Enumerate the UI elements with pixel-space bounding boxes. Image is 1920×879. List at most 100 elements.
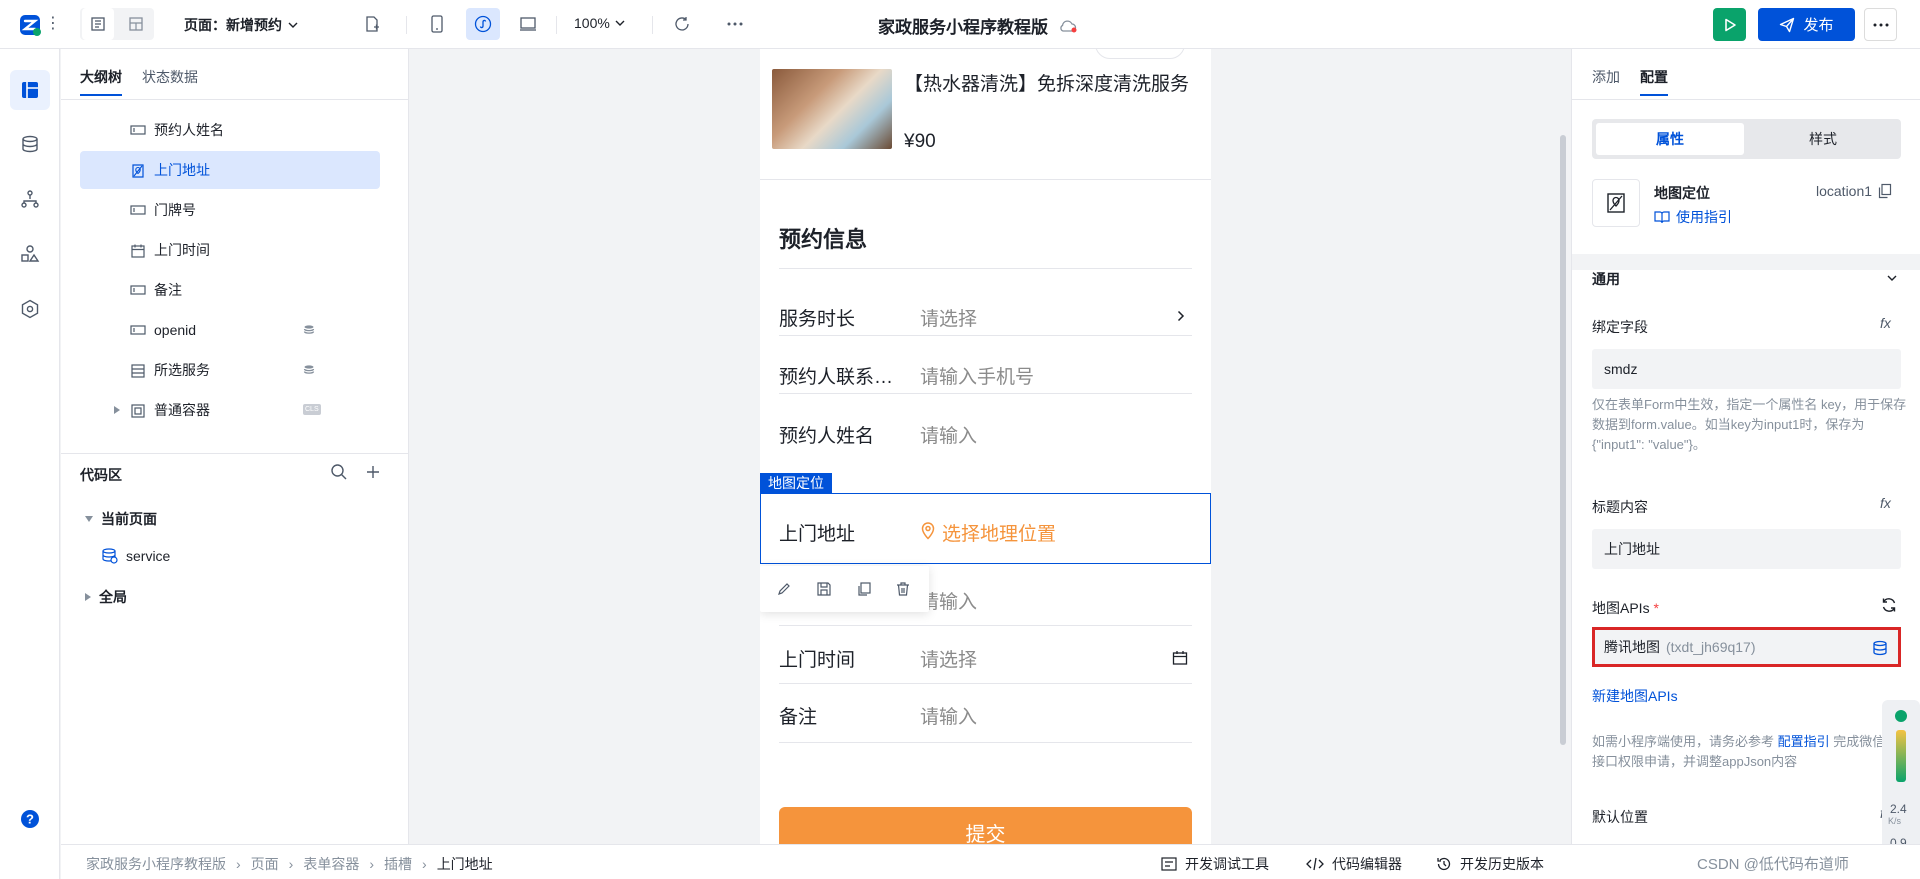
tree-item-container[interactable]: 普通容器 CLS [80,391,380,429]
usage-guide-link[interactable]: 使用指引 [1654,207,1732,227]
field-value-address[interactable]: 选择地理位置 [942,519,1056,546]
caret-right-icon[interactable] [114,406,120,414]
map-api-help-pre: 如需小程序端使用，请务必参考 [1592,734,1775,749]
canvas-scrollbar[interactable] [1560,135,1566,745]
refresh-icon[interactable] [666,8,698,40]
page-selector[interactable]: 页面：新增预约 [184,15,298,35]
tab-add[interactable]: 添加 [1592,67,1620,87]
tab-state-data[interactable]: 状态数据 [142,67,198,87]
outline-tree-icon[interactable] [10,70,50,110]
settings-hexagon-icon[interactable] [10,289,50,329]
map-api-select[interactable]: 腾讯地图 (txdt_jh69q17) [1592,627,1901,667]
fx-icon[interactable]: fx [1880,315,1891,331]
tree-item-openid[interactable]: openid [80,311,380,349]
tree-item-door-number[interactable]: 门牌号 [80,191,380,229]
section-general-title[interactable]: 通用 [1592,269,1620,289]
divider [779,335,1192,336]
code-current-page[interactable]: 当前页面 [85,509,157,529]
layout-view-icon[interactable] [120,8,152,40]
cloud-sync-icon[interactable] [1058,18,1078,34]
title-content-input[interactable]: 上门地址 [1592,529,1901,569]
seg-style[interactable]: 样式 [1749,123,1897,155]
code-global[interactable]: 全局 [85,587,127,607]
tree-item-address[interactable]: 上门地址 [80,151,380,189]
watermark: CSDN @低代码布道师 [1697,856,1849,873]
add-icon[interactable] [364,463,382,481]
input-field-icon [130,125,146,135]
database-icon[interactable] [10,124,50,164]
zoom-selector[interactable]: 100% [574,15,625,31]
section-separator [1572,254,1920,270]
page-selector-label: 页面：新增预约 [184,17,282,33]
code-service[interactable]: service [101,547,170,564]
tree-item-selected-service[interactable]: 所选服务 [80,351,380,389]
map-location-icon [132,164,144,178]
save-icon[interactable] [816,581,832,597]
input-field-icon [130,205,146,215]
breadcrumb-item[interactable]: 表单容器 [303,854,359,874]
components-icon[interactable] [10,234,50,274]
history-button[interactable]: 开发历史版本 [1436,854,1544,874]
chevron-down-icon[interactable] [1887,274,1897,282]
fx-icon[interactable]: fx [1880,495,1891,511]
breadcrumb-item[interactable]: 页面 [251,854,279,874]
more-menu-button[interactable] [1864,8,1897,41]
tree-item-remark[interactable]: 备注 [80,271,380,309]
code-item-label: service [126,547,171,564]
edit-icon[interactable] [776,581,792,597]
refresh-icon[interactable] [1880,596,1898,614]
config-guide-link[interactable]: 配置指引 [1778,734,1830,749]
workflow-icon[interactable] [10,179,50,219]
run-preview-button[interactable] [1713,8,1746,41]
miniprogram-view-icon[interactable] [466,8,500,40]
breadcrumb-separator: › [369,856,375,872]
component-id: location1 [1816,183,1892,199]
copy-icon[interactable] [1878,183,1892,199]
divider [779,393,1192,394]
breadcrumb-item[interactable]: 插槽 [384,854,412,874]
logo-more-icon[interactable]: ⋮ [45,14,61,34]
code-item-label: 当前页面 [101,511,157,527]
search-icon[interactable] [330,463,348,481]
delete-icon[interactable] [895,581,911,597]
field-value-name[interactable]: 请输入 [920,421,977,448]
tree-item-name[interactable]: 预约人姓名 [80,111,380,149]
tree-item-label: 普通容器 [154,402,210,418]
new-page-icon[interactable] [356,8,388,40]
tab-outline-tree[interactable]: 大纲树 [80,67,122,96]
calendar-icon[interactable] [1172,650,1188,666]
code-editor-button[interactable]: 代码编辑器 [1306,854,1402,874]
dev-tools-button[interactable]: 开发调试工具 [1161,854,1269,874]
bind-field-input[interactable]: smdz [1592,349,1901,389]
component-toolbar [760,566,929,612]
copy-icon[interactable] [856,581,872,597]
tree-item-label: 上门地址 [154,162,210,178]
field-value-duration[interactable]: 请选择 [920,304,977,331]
map-api-label-text: 地图APIs [1592,600,1650,616]
publish-button[interactable]: 发布 [1758,8,1855,41]
field-value-remark[interactable]: 请输入 [920,702,977,729]
divider [779,268,1192,269]
breadcrumb-separator: › [288,856,294,872]
more-horizontal-icon[interactable] [719,8,751,40]
field-label-remark: 备注 [779,707,818,728]
seg-properties[interactable]: 属性 [1596,123,1744,155]
bind-field-help: 仅在表单Form中生效，指定一个属性名 key，用于保存数据到form.valu… [1592,397,1907,452]
divider [406,16,407,34]
new-map-api-link[interactable]: 新建地图APIs [1592,686,1678,706]
chevron-right-icon[interactable] [1177,310,1185,322]
submit-button[interactable]: 提交 [779,807,1192,844]
tree-item-visit-time[interactable]: 上门时间 [80,231,380,269]
status-dot [1895,710,1907,722]
mobile-view-icon[interactable] [421,8,453,40]
field-value-phone[interactable]: 请输入手机号 [920,362,1034,389]
help-icon[interactable]: ? [10,799,50,839]
map-location-icon [1592,179,1640,227]
play-icon [1724,18,1736,31]
breadcrumb-item[interactable]: 上门地址 [437,854,493,874]
tab-config[interactable]: 配置 [1640,67,1668,96]
outline-view-icon[interactable] [82,8,114,40]
desktop-view-icon[interactable] [512,8,544,40]
breadcrumb-item[interactable]: 家政服务小程序教程版 [86,854,226,874]
field-value-time[interactable]: 请选择 [920,645,977,672]
